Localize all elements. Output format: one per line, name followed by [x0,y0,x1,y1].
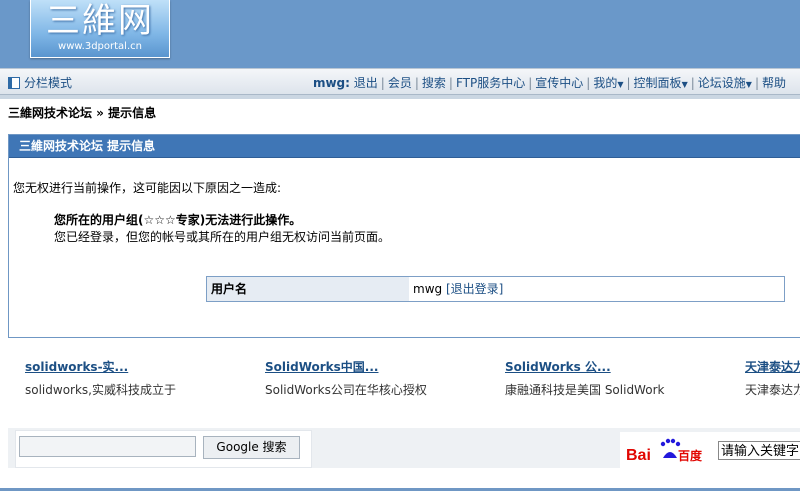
google-search-input[interactable] [19,436,196,457]
svg-text:Bai: Bai [626,447,651,464]
ad-item[interactable]: SolidWorks中国... SolidWorks公司在华核心授权 [265,358,427,398]
chevron-down-icon: ▼ [617,80,624,89]
message-header: 三維网技术论坛 提示信息 [9,135,800,158]
nav-control-panel[interactable]: 控制面板▼ [634,76,688,90]
ad-item[interactable]: solidworks-实... solidworks,实威科技成立于 [25,358,176,398]
message-reason-bold: 您所在的用户组(☆☆☆专家)无法进行此操作。 [54,213,302,227]
ad-desc: solidworks,实威科技成立于 [25,383,176,397]
login-info-table: 用户名 mwg [退出登录] [206,276,785,302]
bottom-border [0,488,800,491]
ad-item[interactable]: SolidWorks 公... 康融通科技是美国 SolidWork [505,358,664,398]
message-box: 三維网技术论坛 提示信息 您无权进行当前操作，这可能因以下原因之一造成: 您所在… [8,134,800,338]
google-search-box: Google 搜索 [15,430,312,468]
ad-bar: solidworks-实... solidworks,实威科技成立于 Solid… [0,346,800,426]
search-area: Google 搜索 Bai 百度 请输入关键字 [8,428,800,468]
ad-title[interactable]: SolidWorks 公... [505,358,664,375]
nav-help[interactable]: 帮助 [762,76,786,90]
baidu-search-input[interactable]: 请输入关键字 [718,441,800,460]
ad-item[interactable]: 天津泰达力 天津泰达力 [745,358,800,398]
message-intro: 您无权进行当前操作，这可能因以下原因之一造成: [13,181,282,195]
logout-link[interactable]: [退出登录] [446,282,503,296]
nav-mine[interactable]: 我的▼ [593,76,623,90]
google-search-button[interactable]: Google 搜索 [203,436,300,459]
ad-title[interactable]: solidworks-实... [25,358,176,375]
svg-text:百度: 百度 [678,448,703,463]
nav-members[interactable]: 会员 [388,76,412,90]
username: mwg: [312,76,350,90]
breadcrumb: 三維网技术论坛 » 提示信息 [8,106,157,120]
ad-title[interactable]: SolidWorks中国... [265,358,427,375]
layout-mode-link[interactable]: 分栏模式 [8,74,72,91]
chevron-down-icon: ▼ [745,80,752,89]
ad-desc: 康融通科技是美国 SolidWork [505,383,665,397]
chevron-down-icon: ▼ [681,80,688,89]
username-text: mwg [413,282,443,296]
baidu-logo-icon: Bai 百度 [626,438,703,464]
logo-text: 三維网 [46,1,154,41]
nav-forum-tools[interactable]: 论坛设施▼ [698,76,752,90]
divider-strip [0,95,800,99]
site-header: 三維网 www.3dportal.cn [0,0,800,68]
site-logo[interactable]: 三維网 www.3dportal.cn [30,0,170,58]
baidu-search-box: Bai 百度 请输入关键字 [620,432,800,468]
username-value: mwg [退出登录] [413,277,503,301]
ad-title[interactable]: 天津泰达力 [745,358,800,375]
nav-logout[interactable]: 退出 [354,76,378,90]
ad-desc: SolidWorks公司在华核心授权 [265,383,427,397]
username-label: 用户名 [207,277,409,301]
layout-icon [8,76,20,89]
nav-search[interactable]: 搜索 [422,76,446,90]
nav-promo[interactable]: 宣传中心 [535,76,583,90]
logo-url: www.3dportal.cn [58,41,142,52]
layout-mode-label: 分栏模式 [24,76,73,90]
user-nav: mwg: 退出 | 会员 | 搜索 | FTP服务中心 | 宣传中心 | 我的▼ | 控制面板▼ | 论坛设… [312,76,786,90]
nav-ftp[interactable]: FTP服务中心 [456,76,525,90]
message-reason: 您已经登录，但您的帐号或其所在的用户组无权访问当前页面。 [54,230,391,244]
top-menubar: 分栏模式 mwg: 退出 | 会员 | 搜索 | FTP服务中心 | 宣传中心 | 我的▼ | 控制面板… [0,68,800,95]
ad-desc: 天津泰达力 [745,383,800,397]
